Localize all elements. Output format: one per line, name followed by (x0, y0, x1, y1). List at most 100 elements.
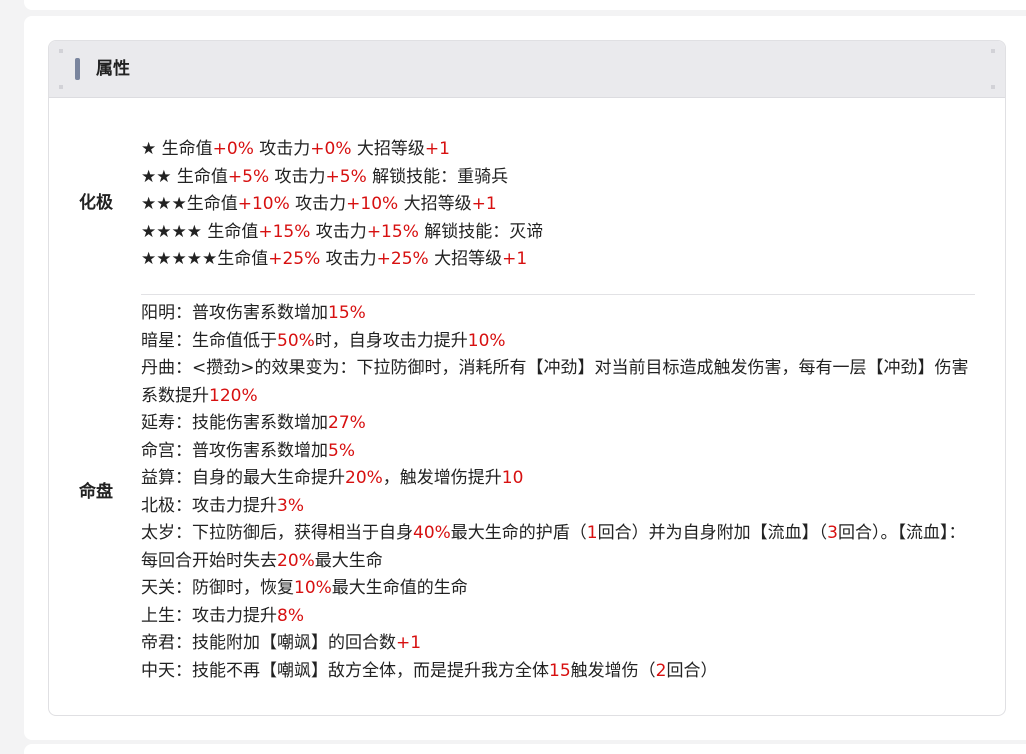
line-text: 解锁技能：重骑兵 (366, 166, 509, 187)
highlight-value: 50% (277, 330, 315, 351)
line-text: 最大生命的护盾（ (450, 523, 587, 543)
corner-dot (991, 85, 995, 89)
section-mingpan: 命盘 阳明：普攻伤害系数增加15% 暗星：生命值低于50%时，自身攻击力提升10%… (49, 300, 1005, 700)
corner-dot (991, 49, 995, 53)
line-text: 中天：技能不再【嘲飒】敌方全体，而是提升我方全体 (141, 660, 549, 681)
highlight-value: 1 (586, 523, 598, 543)
attribute-line: 北极：攻击力提升3% (141, 493, 976, 521)
attribute-line: 阳明：普攻伤害系数增加15% (141, 300, 976, 328)
highlight-value: 15% (328, 303, 366, 323)
highlight-value: +0% (310, 139, 352, 159)
attribute-line: ★★★★★生命值+25% 攻击力+25% 大招等级+1 (141, 246, 976, 274)
highlight-value: +15% (258, 221, 311, 242)
title-accent-bar (75, 58, 80, 80)
line-text: 上生：攻击力提升 (141, 605, 277, 626)
highlight-value: 27% (328, 413, 366, 433)
attribute-line: 上生：攻击力提升8% (141, 603, 976, 631)
line-text: 攻击力 (310, 221, 367, 242)
line-text: 触发增伤（ (570, 660, 656, 681)
attribute-line: 命宫：普攻伤害系数增加5% (141, 438, 976, 466)
attribute-line: 天关：防御时，恢复10%最大生命值的生命 (141, 575, 976, 603)
line-text: 回合）并为自身附加【流血】（ (597, 523, 828, 543)
section-huaji: 化极 ★ 生命值+0% 攻击力+0% 大招等级+1 ★★ 生命值+5% 攻击力+5… (49, 136, 1005, 276)
attribute-line: ★★★★ 生命值+15% 攻击力+15% 解锁技能：灭谛 (141, 219, 976, 247)
attribute-line: ★★ 生命值+5% 攻击力+5% 解锁技能：重骑兵 (141, 164, 976, 192)
highlight-value: +0% (212, 139, 254, 159)
highlight-value: +10% (237, 194, 290, 214)
line-text: 命宫：普攻伤害系数增加 (141, 440, 328, 461)
line-text: 大招等级 (398, 194, 472, 214)
line-text: 回合） (666, 660, 718, 681)
line-text: 暗星：生命值低于 (141, 330, 277, 351)
card-header: 属性 (49, 41, 1005, 98)
attribute-line: 丹曲：<攒劲>的效果变为：下拉防御时，消耗所有【冲劲】对当前目标造成触发伤害，每… (141, 355, 976, 410)
section-lines: ★ 生命值+0% 攻击力+0% 大招等级+1 ★★ 生命值+5% 攻击力+5% 解… (141, 136, 976, 274)
section-label: 命盘 (79, 482, 113, 502)
line-text: ★★★★★生命值 (141, 249, 269, 269)
line-text: 解锁技能：灭谛 (418, 221, 544, 242)
highlight-value: 2 (655, 660, 667, 681)
line-text: ★ 生命值 (141, 139, 213, 159)
highlight-value: 20% (277, 550, 315, 571)
section-divider (141, 294, 975, 295)
attributes-card: 属性 化极 ★ 生命值+0% 攻击力+0% 大招等级+1 ★★ 生命值+5% 攻击… (48, 40, 1006, 716)
line-text: 攻击力 (253, 139, 311, 159)
attribute-line: 中天：技能不再【嘲飒】敌方全体，而是提升我方全体15触发增伤（2回合） (141, 658, 976, 686)
highlight-value: 10% (467, 330, 506, 351)
highlight-value: +1 (396, 633, 422, 653)
previous-panel-edge (24, 0, 1026, 10)
highlight-value: +25% (268, 249, 321, 269)
line-text: 延寿：技能伤害系数增加 (141, 413, 328, 433)
line-text: 帝君：技能附加【嘲飒】的回合数 (141, 633, 396, 653)
line-text: 益算：自身的最大生命提升 (141, 468, 345, 488)
highlight-value: +5% (325, 166, 367, 187)
card-title: 属性 (96, 59, 130, 79)
highlight-value: 20% (345, 468, 383, 488)
attribute-line: 益算：自身的最大生命提升20%，触发增伤提升10 (141, 465, 976, 493)
highlight-value: 8% (277, 605, 304, 626)
line-text: 太岁：下拉防御后，获得相当于自身 (141, 523, 413, 543)
attribute-line: 延寿：技能伤害系数增加27% (141, 410, 976, 438)
next-panel-edge (24, 744, 1026, 754)
line-text: ★★★生命值 (141, 194, 238, 214)
highlight-value: 3 (827, 523, 838, 543)
line-text: 最大生命值的生命 (331, 578, 468, 598)
corner-dot (59, 49, 63, 53)
highlight-value: 5% (328, 440, 355, 461)
highlight-value: 120% (209, 385, 258, 406)
line-text: 大招等级 (428, 249, 503, 269)
line-text: 丹曲：<攒劲>的效果变为：下拉防御时，消耗所有【冲劲】对当前目标造成触发伤害，每… (141, 358, 969, 406)
line-text: ★★★★ 生命值 (141, 221, 259, 242)
line-text: 攻击力 (289, 194, 347, 214)
line-text: ★★ 生命值 (141, 166, 228, 187)
line-text: 攻击力 (269, 166, 326, 187)
highlight-value: +15% (366, 221, 419, 242)
attribute-line: 太岁：下拉防御后，获得相当于自身40%最大生命的护盾（1回合）并为自身附加【流血… (141, 520, 976, 575)
highlight-value: +1 (424, 139, 450, 159)
highlight-value: 40% (413, 523, 451, 543)
line-text: 阳明：普攻伤害系数增加 (141, 303, 328, 323)
highlight-value: 10 (501, 468, 524, 488)
highlight-value: 3% (277, 495, 304, 516)
line-text: ，触发增伤提升 (382, 468, 502, 488)
line-text: 北极：攻击力提升 (141, 495, 277, 516)
content-panel: 属性 化极 ★ 生命值+0% 攻击力+0% 大招等级+1 ★★ 生命值+5% 攻击… (24, 16, 1026, 740)
line-text: 最大生命 (314, 550, 383, 571)
section-label: 化极 (79, 193, 113, 213)
corner-dot (59, 85, 63, 89)
highlight-value: +1 (502, 249, 528, 269)
line-text: 大招等级 (351, 139, 425, 159)
section-lines: 阳明：普攻伤害系数增加15% 暗星：生命值低于50%时，自身攻击力提升10% 丹曲：… (141, 300, 976, 685)
line-text: 时，自身攻击力提升 (314, 330, 468, 351)
highlight-value: +25% (376, 249, 429, 269)
attribute-line: ★ 生命值+0% 攻击力+0% 大招等级+1 (141, 136, 976, 164)
line-text: 攻击力 (320, 249, 377, 269)
highlight-value: +5% (227, 166, 270, 187)
attribute-line: 暗星：生命值低于50%时，自身攻击力提升10% (141, 328, 976, 356)
highlight-value: 15 (549, 660, 571, 681)
attribute-line: ★★★生命值+10% 攻击力+10% 大招等级+1 (141, 191, 976, 219)
attribute-line: 帝君：技能附加【嘲飒】的回合数+1 (141, 630, 976, 658)
highlight-value: 10% (294, 578, 332, 598)
line-text: 天关：防御时，恢复 (141, 578, 294, 598)
highlight-value: +10% (346, 194, 399, 214)
